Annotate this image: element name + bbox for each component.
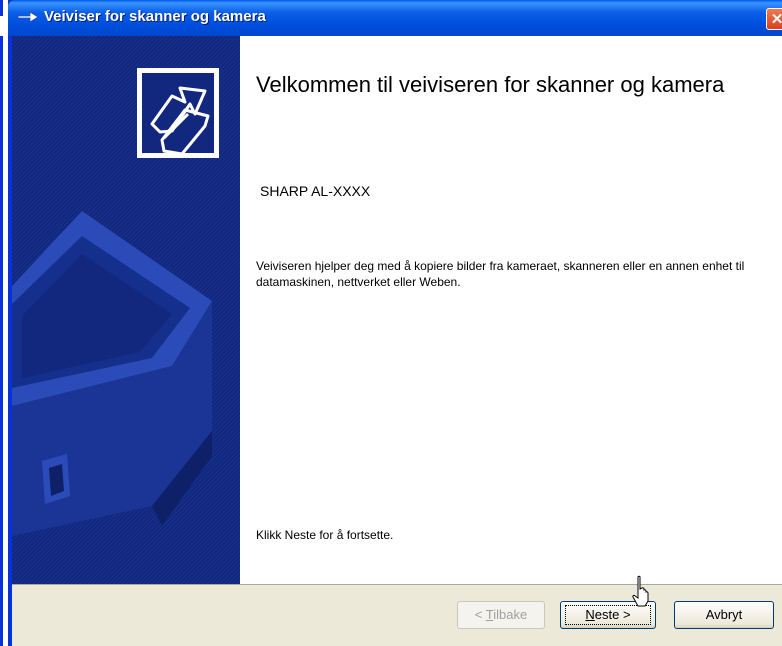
back-button-rest: ilbake [493,607,528,622]
device-name: SHARP AL-XXXX [260,183,371,199]
wizard-content: Velkommen til veiviseren for skanner og … [256,36,776,584]
cancel-button[interactable]: Avbryt [674,601,774,629]
wizard-footer: < Tilbake Neste > Avbryt [12,585,782,646]
scanner-illustration [12,36,240,584]
welcome-heading: Velkommen til veiviseren for skanner og … [256,72,725,97]
mouse-pointer-icon [632,575,649,607]
back-button-prefix: < [474,607,486,622]
desktop-edge-bottom [0,36,3,646]
close-button[interactable]: ✕ [766,8,782,30]
title-bar[interactable]: Veiviser for skanner og kamera ✕ [8,0,782,36]
back-button[interactable]: < Tilbake [457,601,545,629]
wizard-window: Veiviser for skanner og kamera ✕ Velkomm… [8,0,782,646]
wizard-arrow-icon [17,11,39,23]
continue-hint: Klikk Neste for å fortsette. [256,528,394,542]
desktop-edge-top [0,0,3,16]
wizard-side-panel [12,36,240,584]
window-title: Veiviser for skanner og kamera [44,8,266,25]
desktop-edge [0,0,8,646]
wizard-description: Veiviseren hjelper deg med å kopiere bil… [256,259,745,289]
wizard-client-area: Velkommen til veiviseren for skanner og … [12,36,782,646]
